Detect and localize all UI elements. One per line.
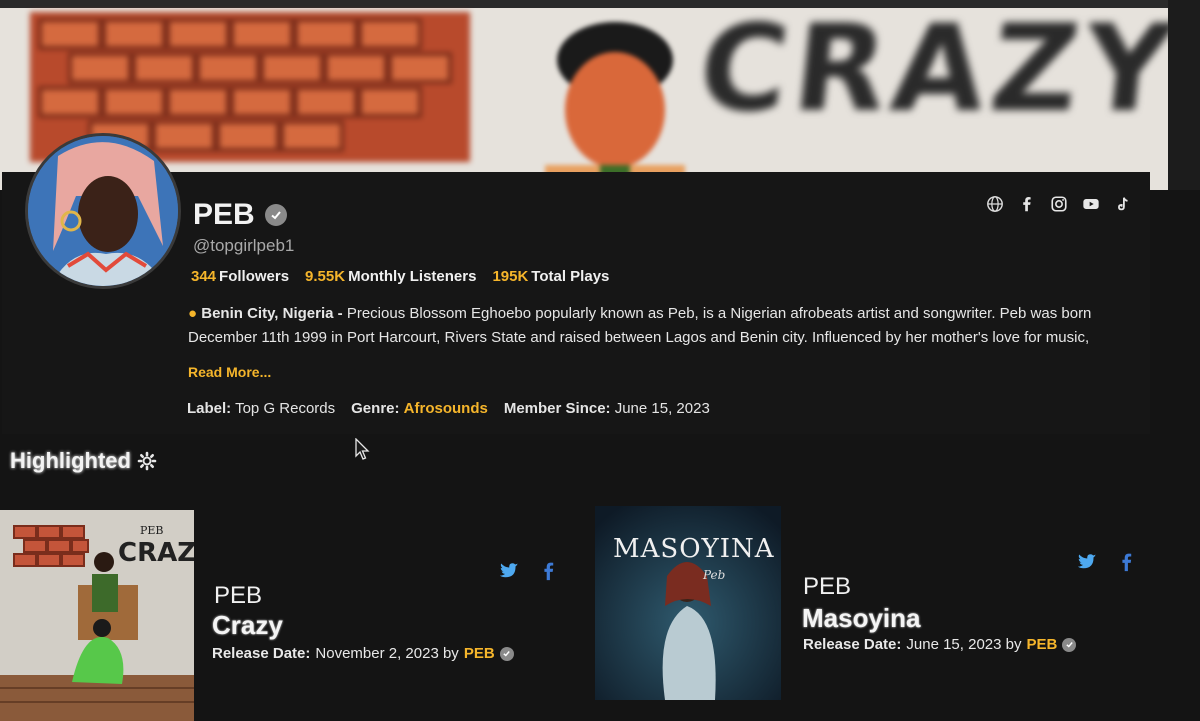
artist-bio: ● Benin City, Nigeria - Precious Blossom… bbox=[188, 302, 1143, 350]
cover-signature: Peb bbox=[703, 568, 726, 582]
banner-person bbox=[545, 22, 685, 190]
artist-name: PEB bbox=[193, 198, 287, 232]
card-artist-crazy[interactable]: PEB bbox=[214, 582, 262, 610]
card-share-masoyina bbox=[1076, 551, 1138, 573]
artist-avatar[interactable] bbox=[25, 133, 181, 289]
release-date: June 15, 2023 by bbox=[906, 636, 1022, 653]
instagram-icon[interactable] bbox=[1049, 194, 1069, 214]
highlighted-heading: Highlighted bbox=[10, 448, 157, 474]
profile-banner: CRAZY bbox=[0, 0, 1200, 190]
release-by-artist[interactable]: PEB bbox=[1026, 636, 1057, 653]
stat-value: 9.55K bbox=[305, 268, 346, 285]
meta-member-value: June 15, 2023 bbox=[614, 400, 710, 417]
youtube-icon[interactable] bbox=[1081, 194, 1101, 214]
card-title-masoyina[interactable]: Masoyina bbox=[802, 603, 921, 634]
stat-followers[interactable]: 344 Followers bbox=[191, 268, 289, 285]
cover-brand: PEB bbox=[140, 524, 164, 537]
verified-icon bbox=[264, 204, 287, 226]
card-share-crazy bbox=[498, 560, 560, 582]
meta-label-value: Top G Records bbox=[235, 400, 336, 417]
twitter-icon[interactable] bbox=[1076, 551, 1098, 573]
location-pin-icon: ● bbox=[188, 305, 198, 322]
card-title-crazy[interactable]: Crazy bbox=[212, 610, 283, 641]
stat-value: 344 bbox=[191, 268, 217, 285]
meta-member-key: Member Since: bbox=[503, 400, 611, 417]
meta-genre-value[interactable]: Afrosounds bbox=[404, 400, 488, 417]
release-date: November 2, 2023 by bbox=[315, 645, 459, 662]
cover-title: MASOYINA bbox=[613, 534, 775, 564]
mouse-cursor-icon bbox=[355, 438, 370, 460]
release-by-artist[interactable]: PEB bbox=[464, 645, 495, 662]
release-cover-masoyina[interactable]: MASOYINA Peb bbox=[595, 506, 781, 700]
verified-icon bbox=[1062, 637, 1077, 652]
stat-label: Followers bbox=[219, 268, 290, 285]
facebook-icon[interactable] bbox=[1116, 551, 1138, 573]
meta-label: Label: Top G Records bbox=[187, 400, 335, 417]
meta-genre: Genre: Afrosounds bbox=[351, 400, 488, 417]
globe-icon[interactable] bbox=[985, 194, 1005, 214]
artist-stats: 344 Followers 9.55K Monthly Listeners 195K… bbox=[191, 268, 609, 285]
banner-right-strip bbox=[1168, 0, 1200, 190]
stat-monthly-listeners: 9.55K Monthly Listeners bbox=[305, 268, 476, 285]
social-links bbox=[985, 194, 1133, 214]
stat-total-plays: 195K Total Plays bbox=[492, 268, 609, 285]
meta-member-since: Member Since: June 15, 2023 bbox=[504, 400, 710, 417]
facebook-icon[interactable] bbox=[538, 560, 560, 582]
card-artist-masoyina[interactable]: PEB bbox=[803, 573, 851, 601]
read-more-link[interactable]: Read More... bbox=[188, 364, 271, 380]
artist-location: Benin City, Nigeria - bbox=[201, 305, 343, 322]
release-label: Release Date: bbox=[803, 636, 902, 653]
card-release-crazy: Release Date: November 2, 2023 by PEB bbox=[212, 645, 514, 662]
artist-name-text: PEB bbox=[193, 198, 255, 231]
meta-genre-key: Genre: bbox=[351, 400, 400, 417]
stat-value: 195K bbox=[492, 268, 529, 285]
artist-handle: @topgirlpeb1 bbox=[193, 236, 295, 255]
release-label: Release Date: bbox=[212, 645, 311, 662]
artist-meta: Label: Top G Records Genre: Afrosounds M… bbox=[187, 400, 710, 417]
settings-gear-icon[interactable] bbox=[137, 451, 157, 471]
stat-label: Monthly Listeners bbox=[348, 268, 477, 285]
facebook-icon[interactable] bbox=[1017, 194, 1037, 214]
tiktok-icon[interactable] bbox=[1113, 194, 1133, 214]
cover-title: CRAZY bbox=[118, 538, 194, 568]
card-release-masoyina: Release Date: June 15, 2023 by PEB bbox=[803, 636, 1077, 653]
release-cover-crazy[interactable]: PEB CRAZY bbox=[0, 510, 194, 721]
meta-label-key: Label: bbox=[187, 400, 232, 417]
stat-label: Total Plays bbox=[531, 268, 610, 285]
twitter-icon[interactable] bbox=[498, 560, 520, 582]
banner-title: CRAZY bbox=[692, 0, 1185, 139]
highlighted-title: Highlighted bbox=[10, 448, 131, 473]
verified-icon bbox=[499, 646, 514, 661]
